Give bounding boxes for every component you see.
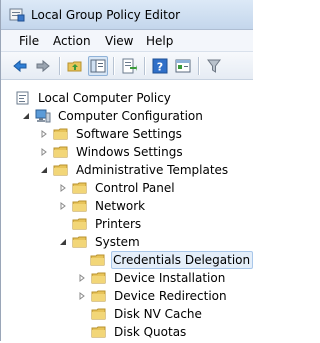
tree-node-label: System (95, 235, 140, 249)
folder-icon (72, 198, 88, 214)
tree-node-credentials-delegation[interactable]: Credentials Delegation (90, 251, 254, 269)
toolbar-separator (59, 57, 61, 75)
help-icon[interactable]: ? (150, 56, 170, 76)
folder-icon (91, 324, 107, 340)
tree-node-label: Windows Settings (76, 145, 183, 159)
tree-node-system[interactable]: System (58, 233, 143, 251)
tree-node-label: Printers (95, 217, 142, 231)
folder-icon (90, 252, 106, 268)
folder-icon (53, 126, 69, 142)
folder-icon (91, 306, 107, 322)
show-hide-tree-icon[interactable] (88, 56, 108, 76)
menu-action[interactable]: Action (53, 34, 91, 48)
expanded-arrow-icon[interactable] (58, 233, 68, 251)
tree-node-label: Credentials Delegation (113, 253, 251, 267)
tree-node-network[interactable]: Network (58, 197, 148, 215)
export-list-icon[interactable] (119, 56, 139, 76)
collapsed-arrow-icon[interactable] (77, 287, 87, 305)
gpedit-window: Local Group Policy Editor File Action Vi… (0, 0, 254, 341)
tree-node-disk-nv-cache[interactable]: Disk NV Cache (91, 305, 205, 323)
folder-icon (53, 144, 69, 160)
computer-policy-icon (15, 90, 31, 106)
up-folder-icon[interactable] (65, 56, 85, 76)
title-bar[interactable]: Local Group Policy Editor (1, 0, 253, 30)
folder-icon (53, 162, 69, 178)
collapsed-arrow-icon[interactable] (58, 179, 68, 197)
tree-node-software-settings[interactable]: Software Settings (39, 125, 185, 143)
toolbar-separator (144, 57, 146, 75)
tree-node-device-installation[interactable]: Device Installation (77, 269, 228, 287)
tree-node-disk-quotas[interactable]: Disk Quotas (91, 323, 189, 341)
folder-icon (72, 234, 88, 250)
computer-icon (35, 108, 51, 124)
toolbar-separator (198, 57, 200, 75)
tree-node-root[interactable]: Local Computer Policy (15, 89, 174, 107)
folder-icon (91, 270, 107, 286)
tree-node-label: Control Panel (95, 181, 175, 195)
tree-node-label: Administrative Templates (76, 163, 229, 177)
tree-node-label: Local Computer Policy (38, 91, 171, 105)
tree-node-label: Computer Configuration (58, 109, 203, 123)
tree-node-label: Disk NV Cache (114, 307, 202, 321)
tree-node-printers[interactable]: Printers (72, 215, 144, 233)
expanded-arrow-icon[interactable] (39, 161, 49, 179)
properties-icon[interactable] (173, 56, 193, 76)
forward-arrow-icon[interactable] (33, 56, 53, 76)
toolbar: ? (1, 52, 253, 80)
svg-text:?: ? (157, 61, 163, 74)
toolbar-separator (113, 57, 115, 75)
tree-node-computer-configuration[interactable]: Computer Configuration (21, 107, 206, 125)
menu-help[interactable]: Help (146, 34, 173, 48)
back-arrow-icon[interactable] (10, 56, 30, 76)
tree-node-device-redirection[interactable]: Device Redirection (77, 287, 230, 305)
tree-node-control-panel[interactable]: Control Panel (58, 179, 178, 197)
filter-icon[interactable] (204, 56, 224, 76)
tree-node-label: Disk Quotas (114, 325, 187, 339)
folder-icon (91, 288, 107, 304)
tree-node-label: Device Installation (114, 271, 226, 285)
collapsed-arrow-icon[interactable] (58, 197, 68, 215)
folder-icon (72, 180, 88, 196)
collapsed-arrow-icon[interactable] (39, 125, 49, 143)
tree-node-administrative-templates[interactable]: Administrative Templates (39, 161, 231, 179)
menu-file[interactable]: File (19, 34, 39, 48)
policy-tree: Local Computer Policy Computer Configura… (1, 80, 254, 341)
window-title: Local Group Policy Editor (31, 8, 181, 22)
tree-node-label: Network (95, 199, 146, 213)
tree-node-label: Software Settings (76, 127, 182, 141)
folder-icon (72, 216, 88, 232)
collapsed-arrow-icon[interactable] (39, 143, 49, 161)
expanded-arrow-icon[interactable] (21, 107, 31, 125)
collapsed-arrow-icon[interactable] (77, 269, 87, 287)
app-icon (9, 7, 25, 23)
menu-view[interactable]: View (105, 34, 133, 48)
tree-node-label: Device Redirection (114, 289, 227, 303)
tree-node-windows-settings[interactable]: Windows Settings (39, 143, 186, 161)
menu-bar: File Action View Help (1, 30, 253, 52)
